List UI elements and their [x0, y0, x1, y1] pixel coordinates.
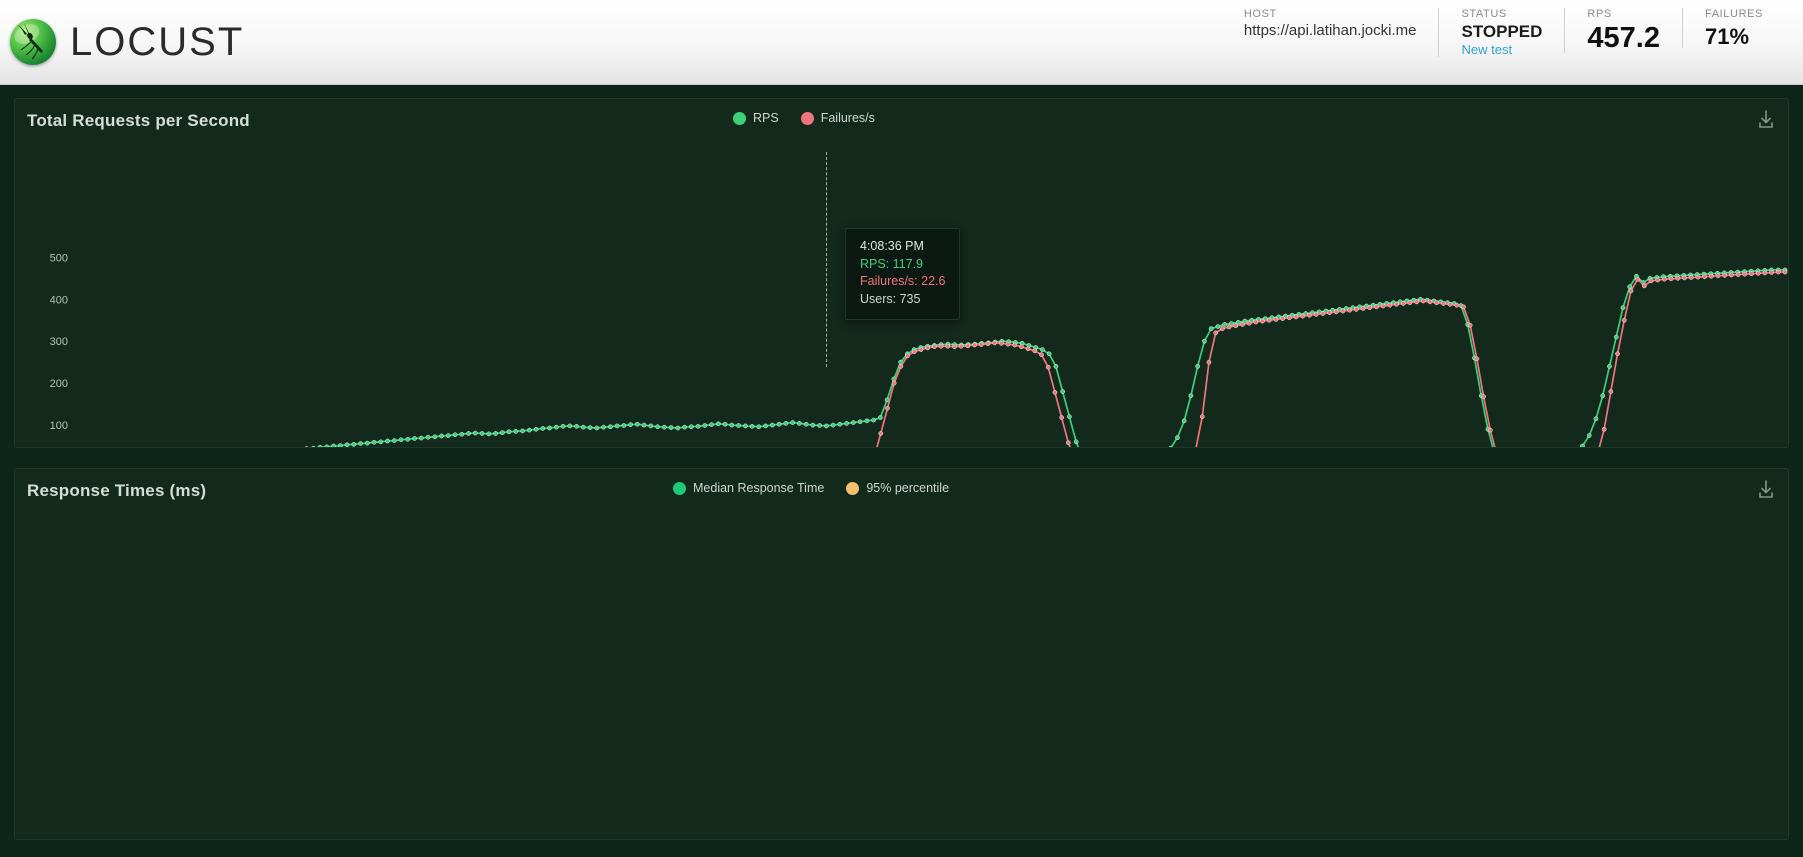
- svg-text:100: 100: [50, 420, 68, 432]
- svg-text:500: 500: [50, 252, 68, 264]
- stat-rps-value: 457.2: [1587, 22, 1660, 54]
- brand: LOCUST: [0, 19, 244, 65]
- stat-status-label: STATUS: [1461, 8, 1507, 20]
- locust-logo-icon: [10, 19, 56, 65]
- stat-status-value: STOPPED: [1461, 22, 1543, 41]
- stat-failures: FAILURES 71%: [1682, 8, 1785, 48]
- chart-crosshair: [826, 152, 827, 367]
- stat-failures-label: FAILURES: [1705, 8, 1763, 20]
- stat-rps: RPS 457.2: [1564, 8, 1682, 53]
- svg-text:400: 400: [50, 294, 68, 306]
- svg-text:200: 200: [50, 378, 68, 390]
- brand-title: LOCUST: [70, 19, 245, 64]
- panel-total-requests-per-second: Total Requests per Second RPS Failures/s…: [14, 98, 1789, 448]
- stat-failures-value: 71%: [1705, 24, 1750, 49]
- header-stats: HOST https://api.latihan.jocki.me STATUS…: [1222, 8, 1785, 70]
- panel-response-times: Response Times (ms) Median Response Time…: [14, 468, 1789, 840]
- svg-text:300: 300: [50, 336, 68, 348]
- stat-host-value: https://api.latihan.jocki.me: [1243, 22, 1417, 39]
- stat-rps-label: RPS: [1587, 8, 1612, 20]
- stat-host: HOST https://api.latihan.jocki.me: [1222, 8, 1439, 39]
- stat-status: STATUS STOPPED New test: [1438, 8, 1564, 57]
- app-header: LOCUST HOST https://api.latihan.jocki.me…: [0, 0, 1803, 85]
- stat-host-label: HOST: [1243, 8, 1277, 20]
- new-test-link[interactable]: New test: [1461, 42, 1542, 57]
- chart-rps-plot: 01002003004005004:04:33 PM4:04:55 PM4:05…: [50, 252, 1788, 447]
- chart-response-times-plot: 010,00020,00030,00040,0004:04:33 PM4:04:…: [15, 469, 1788, 839]
